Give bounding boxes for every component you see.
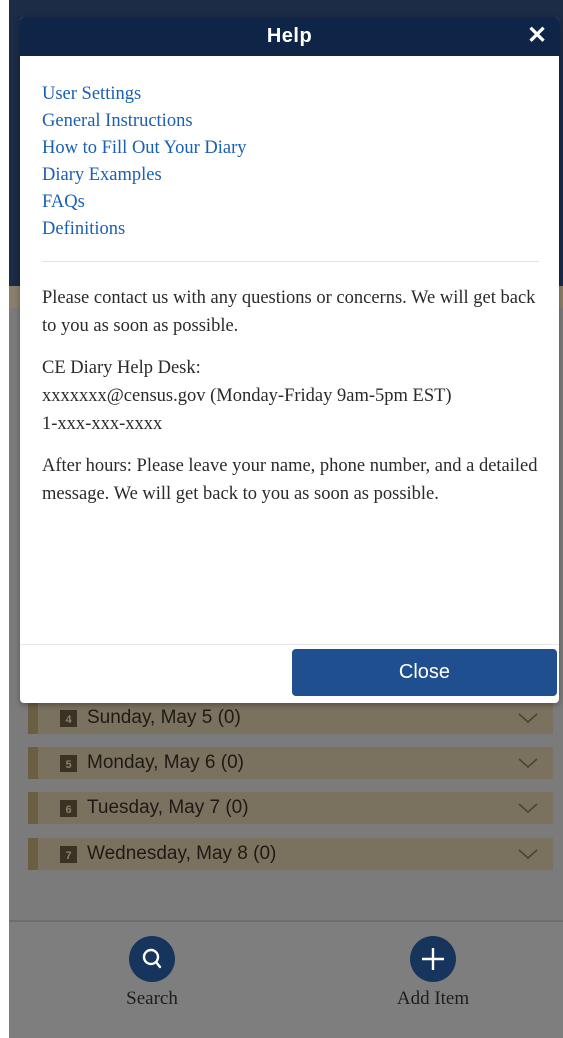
- close-icon[interactable]: ✕: [525, 23, 549, 49]
- help-desk-email: xxxxxxx@census.gov (Monday-Friday 9am-5p…: [42, 386, 452, 406]
- link-diary-examples[interactable]: Diary Examples: [42, 162, 559, 189]
- day-row-wednesday[interactable]: 7 Wednesday, May 8 (0): [28, 838, 553, 870]
- calendar-icon: 4: [60, 709, 77, 727]
- add-item-label: Add Item: [396, 988, 470, 1009]
- day-row-sunday[interactable]: 4 Sunday, May 5 (0): [28, 702, 553, 734]
- day-label: Wednesday, May 8 (0): [87, 843, 277, 864]
- link-how-to-fill-out-diary[interactable]: How to Fill Out Your Diary: [42, 135, 559, 162]
- contact-intro-text: Please contact us with any questions or …: [42, 288, 536, 336]
- chevron-down-icon[interactable]: [517, 755, 539, 771]
- search-nav-button[interactable]: Search: [112, 922, 192, 1010]
- search-icon[interactable]: [129, 936, 175, 982]
- day-label: Monday, May 6 (0): [87, 752, 244, 773]
- link-general-instructions[interactable]: General Instructions: [42, 108, 559, 135]
- help-modal: Help ✕ User Settings General Instruction…: [20, 17, 559, 703]
- link-definitions[interactable]: Definitions: [42, 216, 559, 243]
- modal-title: Help: [266, 25, 313, 47]
- day-row-tuesday[interactable]: 6 Tuesday, May 7 (0): [28, 792, 553, 824]
- close-button[interactable]: Close: [292, 649, 557, 696]
- divider: [42, 261, 539, 262]
- chevron-down-icon[interactable]: [517, 800, 539, 816]
- help-desk-block: CE Diary Help Desk: xxxxxxx@census.gov (…: [42, 354, 541, 438]
- day-row-monday[interactable]: 5 Monday, May 6 (0): [28, 747, 553, 779]
- link-user-settings[interactable]: User Settings: [42, 81, 559, 108]
- link-faqs[interactable]: FAQs: [42, 189, 559, 216]
- chevron-down-icon[interactable]: [517, 710, 539, 726]
- search-label: Search: [126, 988, 178, 1009]
- day-label: Sunday, May 5 (0): [87, 707, 241, 728]
- calendar-icon: 7: [60, 845, 77, 863]
- day-label: Tuesday, May 7 (0): [87, 797, 249, 818]
- add-item-nav-button[interactable]: Add Item: [380, 922, 486, 1010]
- after-hours-text: After hours: Please leave your name, pho…: [42, 456, 538, 504]
- help-desk-phone: 1-xxx-xxx-xxxx: [42, 414, 163, 434]
- chevron-down-icon[interactable]: [517, 846, 539, 862]
- calendar-icon: 5: [60, 754, 77, 772]
- footer-divider: [20, 644, 559, 645]
- help-links: User Settings General Instructions How t…: [20, 56, 559, 243]
- plus-icon[interactable]: [410, 936, 456, 982]
- modal-header: Help ✕: [20, 17, 559, 56]
- help-desk-title: CE Diary Help Desk:: [42, 358, 201, 378]
- calendar-icon: 6: [60, 799, 77, 817]
